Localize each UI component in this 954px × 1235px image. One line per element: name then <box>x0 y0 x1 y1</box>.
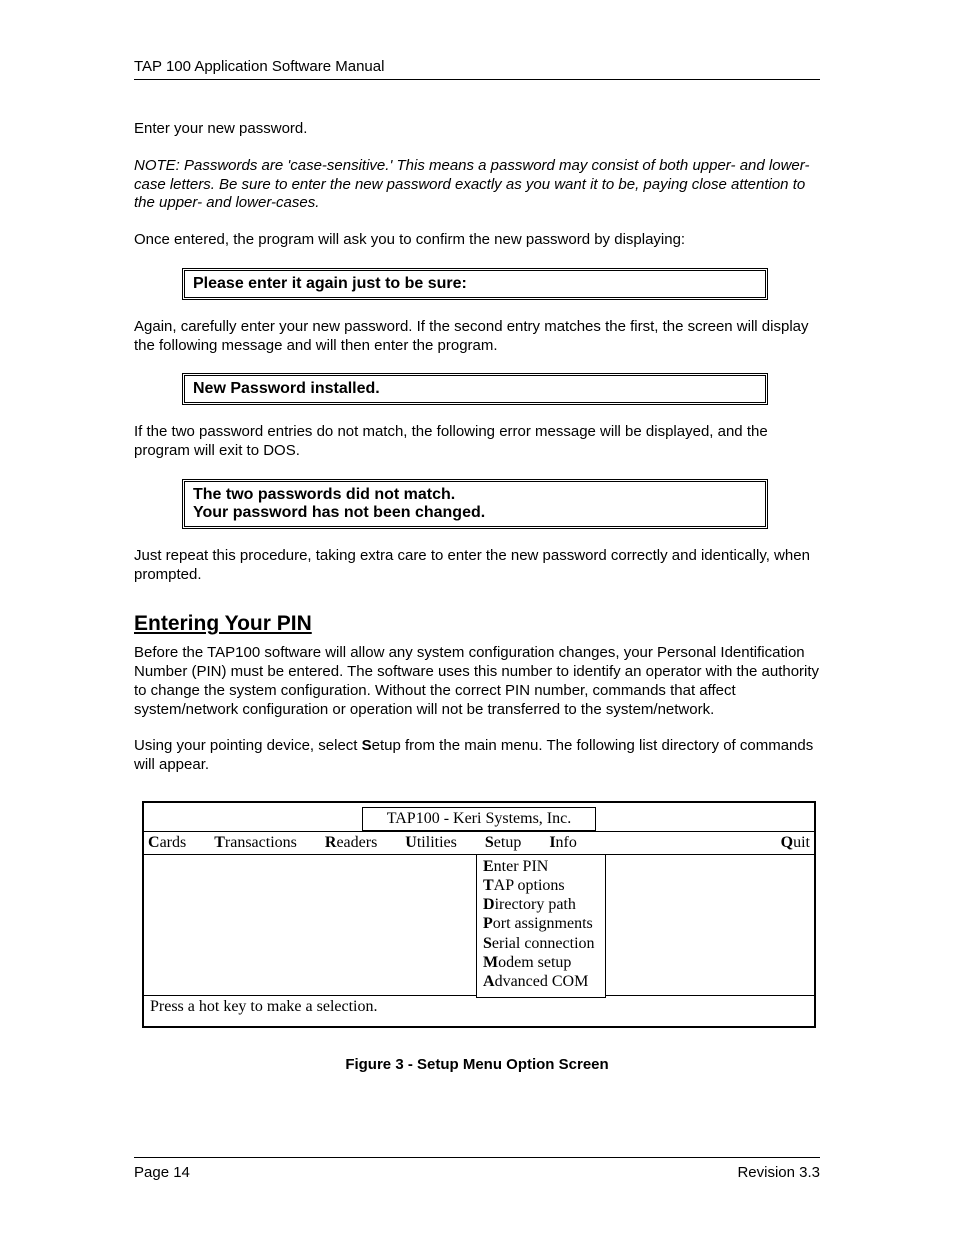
hotkey-letter: U <box>405 834 417 851</box>
menu-spacer <box>605 834 753 852</box>
hotkey-letter: Q <box>781 834 793 851</box>
item-label-rest: irectory path <box>495 896 576 913</box>
status-text: Press a hot key to make a selection. <box>150 998 378 1015</box>
hotkey-letter: M <box>483 954 498 971</box>
item-label-rest: dvanced COM <box>495 973 589 990</box>
statusbar: Press a hot key to make a selection. <box>144 995 814 1026</box>
prompt-text-line1: The two passwords did not match. <box>193 486 455 503</box>
hotkey-letter: S <box>362 737 372 754</box>
dropdown-item-directory-path[interactable]: Directory path <box>483 895 595 914</box>
document-page: TAP 100 Application Software Manual Ente… <box>0 0 954 1235</box>
app-title: TAP100 - Keri Systems, Inc. <box>362 807 596 831</box>
prompt-text-line2: Your password has not been changed. <box>193 504 485 521</box>
menu-label-rest: ards <box>160 834 187 851</box>
paragraph: Before the TAP100 software will allow an… <box>134 644 820 719</box>
hotkey-letter: R <box>325 834 337 851</box>
hotkey-letter: T <box>214 834 225 851</box>
note-paragraph: NOTE: Passwords are 'case-sensitive.' Th… <box>134 157 820 213</box>
paragraph: Again, carefully enter your new password… <box>134 318 820 356</box>
menu-setup[interactable]: Setup <box>485 834 521 852</box>
hotkey-letter: E <box>483 858 494 875</box>
menu-quit[interactable]: Quit <box>781 834 810 852</box>
hotkey-letter: C <box>148 834 160 851</box>
menu-transactions[interactable]: Transactions <box>214 834 297 852</box>
figure: TAP100 - Keri Systems, Inc. Cards Transa… <box>134 801 820 1073</box>
hotkey-letter: T <box>483 877 494 894</box>
item-label-rest: erial connection <box>492 935 595 952</box>
prompt-box: Please enter it again just to be sure: <box>182 268 768 300</box>
section-heading: Entering Your PIN <box>134 612 820 636</box>
header-rule <box>134 79 820 80</box>
dropdown-item-modem-setup[interactable]: Modem setup <box>483 953 595 972</box>
paragraph: Once entered, the program will ask you t… <box>134 231 820 250</box>
footer-rule <box>134 1157 820 1158</box>
hotkey-letter: P <box>483 915 493 932</box>
menu-utilities[interactable]: Utilities <box>405 834 457 852</box>
menu-label-rest: etup <box>494 834 522 851</box>
paragraph: Enter your new password. <box>134 120 820 139</box>
menu-label-rest: uit <box>793 834 810 851</box>
menu-label-rest: ransactions <box>225 834 297 851</box>
menu-readers[interactable]: Readers <box>325 834 377 852</box>
footer-page-number: Page 14 <box>134 1164 190 1181</box>
menu-label-rest: nfo <box>556 834 577 851</box>
item-label-rest: AP options <box>494 877 565 894</box>
text-run: etup <box>372 737 401 754</box>
prompt-box: The two passwords did not match. Your pa… <box>182 479 768 529</box>
app-title-row: TAP100 - Keri Systems, Inc. <box>144 803 814 831</box>
paragraph: If the two password entries do not match… <box>134 423 820 461</box>
paragraph: Using your pointing device, select Setup… <box>134 737 820 775</box>
item-label-rest: nter PIN <box>494 858 549 875</box>
prompt-text: Please enter it again just to be sure: <box>193 275 467 292</box>
menu-cards[interactable]: Cards <box>148 834 186 852</box>
menu-info[interactable]: Info <box>549 834 577 852</box>
client-area: Enter PIN TAP options Directory path Por… <box>144 855 814 995</box>
hotkey-letter: D <box>483 896 495 913</box>
item-label-rest: ort assignments <box>493 915 593 932</box>
setup-dropdown: Enter PIN TAP options Directory path Por… <box>476 855 606 998</box>
prompt-text: New Password installed. <box>193 380 380 397</box>
hotkey-letter: A <box>483 973 495 990</box>
hotkey-letter: S <box>485 834 494 851</box>
dropdown-item-tap-options[interactable]: TAP options <box>483 876 595 895</box>
running-header: TAP 100 Application Software Manual <box>134 58 820 75</box>
figure-caption: Figure 3 - Setup Menu Option Screen <box>134 1056 820 1073</box>
app-window: TAP100 - Keri Systems, Inc. Cards Transa… <box>142 801 816 1028</box>
page-footer: Page 14 Revision 3.3 <box>134 1157 820 1181</box>
text-run: Using your pointing device, select <box>134 737 362 754</box>
hotkey-letter: S <box>483 935 492 952</box>
menu-label-rest: tilities <box>417 834 457 851</box>
dropdown-item-serial-connection[interactable]: Serial connection <box>483 934 595 953</box>
menu-label-rest: eaders <box>336 834 377 851</box>
menubar: Cards Transactions Readers Utilities Set… <box>144 831 814 855</box>
dropdown-item-enter-pin[interactable]: Enter PIN <box>483 857 595 876</box>
prompt-box: New Password installed. <box>182 373 768 405</box>
dropdown-item-advanced-com[interactable]: Advanced COM <box>483 972 595 991</box>
item-label-rest: odem setup <box>498 954 571 971</box>
paragraph: Just repeat this procedure, taking extra… <box>134 547 820 585</box>
footer-revision: Revision 3.3 <box>737 1164 820 1181</box>
dropdown-item-port-assignments[interactable]: Port assignments <box>483 914 595 933</box>
